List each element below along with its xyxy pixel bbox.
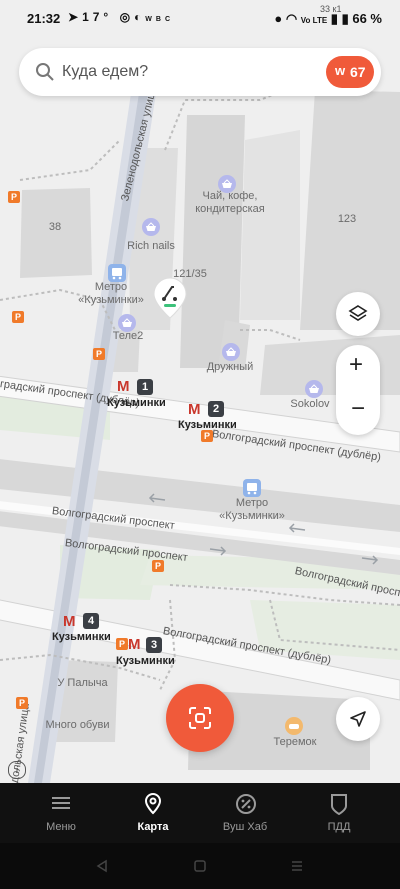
mnogo-obuvi-label: Много обуви xyxy=(45,719,110,731)
my-location-button[interactable] xyxy=(336,697,380,741)
shopping-basket-icon xyxy=(118,314,136,332)
tab-pdd[interactable]: ПДД xyxy=(289,783,389,843)
battery-level: 66 % xyxy=(352,11,382,26)
circle-icon: ◐ xyxy=(134,10,146,24)
points-count: 67 xyxy=(350,64,366,80)
poi-nails-label: Rich nails xyxy=(127,240,175,252)
system-nav-bar xyxy=(0,843,400,889)
metro-stop-label-2: Метро «Кузьминки» xyxy=(219,497,285,522)
metro-entrance-badge: 3 xyxy=(146,637,162,653)
status-right: ● ◠ Vo LTE ▮ ▮ 66 % xyxy=(274,11,382,27)
tab-label: ПДД xyxy=(327,821,351,833)
metro-logo-icon: M xyxy=(117,378,130,395)
network-label: Vo LTE xyxy=(300,16,328,25)
metro-entrance-badge: 4 xyxy=(83,613,99,629)
metro-logo-icon: M xyxy=(128,636,141,653)
scan-button[interactable] xyxy=(166,684,234,752)
parking-icon: P xyxy=(8,191,20,203)
back-icon[interactable] xyxy=(95,859,109,873)
poi-cafe-label: Чай, кофе, кондитерская xyxy=(195,190,265,215)
battery-icon: ▮ xyxy=(341,11,349,26)
parking-icon: P xyxy=(201,430,213,442)
menu-icon xyxy=(52,797,70,809)
search-bar[interactable]: Куда едем? w 67 xyxy=(19,48,381,96)
points-symbol: w xyxy=(335,63,346,78)
zoom-in-button[interactable]: + xyxy=(349,351,363,379)
home-icon[interactable] xyxy=(193,859,207,873)
metro-logo-icon: M xyxy=(63,613,76,630)
layers-button[interactable] xyxy=(336,292,380,336)
metro-logo-icon: M xyxy=(188,401,201,418)
carrier-badge: WBC xyxy=(145,16,175,23)
status-time: 21:32 xyxy=(27,11,61,26)
scan-icon xyxy=(189,707,211,729)
bus-stop-icon xyxy=(108,264,126,282)
percent-icon xyxy=(236,794,256,814)
map-pin-icon xyxy=(144,793,162,815)
scooter-pin-icon[interactable] xyxy=(153,278,187,318)
target-icon: ◎ xyxy=(119,10,135,24)
teremok-label: Теремок xyxy=(273,736,317,748)
search-icon xyxy=(36,63,54,81)
telegram-icon: ➤ xyxy=(68,10,83,24)
druzhny-label: Дружный xyxy=(206,361,254,373)
metro-entrance-label: Кузьминки xyxy=(178,419,237,431)
parking-icon: P xyxy=(93,348,105,360)
metro-entrance-label: Кузьминки xyxy=(52,631,111,643)
zoom-control: + − xyxy=(336,345,380,435)
wifi-icon: ◠ xyxy=(285,11,298,26)
parking-icon: P xyxy=(16,697,28,709)
metro-entrance-label: Кузьминки xyxy=(107,397,166,409)
metro-entrance-label: Кузьминки xyxy=(116,655,175,667)
shopping-basket-icon xyxy=(218,175,236,193)
shopping-basket-icon xyxy=(305,380,323,398)
navigation-arrow-icon xyxy=(350,711,366,727)
metro-entrance-badge: 1 xyxy=(137,379,153,395)
bottom-tab-bar: Меню Карта Вуш Хаб ПДД xyxy=(0,783,400,843)
parking-icon: P xyxy=(152,560,164,572)
tab-label: Карта xyxy=(137,821,169,833)
food-icon xyxy=(285,717,303,735)
tab-menu[interactable]: Меню xyxy=(11,783,111,843)
shopping-basket-icon xyxy=(222,343,240,361)
sokolov-label: Sokolov xyxy=(290,398,330,410)
status-notification-icons: ➤17° ◎◐WBC xyxy=(68,10,174,24)
signal-icon: ▮ xyxy=(330,11,338,26)
shield-icon xyxy=(331,794,347,815)
metro-entrance-badge: 2 xyxy=(208,401,224,417)
parking-icon: P xyxy=(12,311,24,323)
tab-map[interactable]: Карта xyxy=(103,783,203,843)
tab-label: Вуш Хаб xyxy=(222,821,268,833)
metro-stop-label: Метро «Кузьминки» xyxy=(78,281,144,306)
bus-stop-icon xyxy=(243,479,261,497)
building-123-label: 123 xyxy=(337,213,357,225)
layers-icon xyxy=(348,305,368,321)
info-icon[interactable]: i xyxy=(8,761,26,779)
shopping-basket-icon xyxy=(142,218,160,236)
building-38-label: 38 xyxy=(48,221,62,233)
zoom-out-button[interactable]: − xyxy=(351,395,365,423)
u-palycha-label: У Палыча xyxy=(57,677,108,689)
points-badge[interactable]: w 67 xyxy=(326,56,374,88)
parking-icon: P xyxy=(116,638,128,650)
search-input[interactable]: Куда едем? xyxy=(62,63,148,81)
tab-hub[interactable]: Вуш Хаб xyxy=(195,783,295,843)
status-bar: 21:32 ➤17° ◎◐WBC 33 к1 ● ◠ Vo LTE ▮ ▮ 66… xyxy=(0,0,400,36)
recents-icon[interactable] xyxy=(290,859,304,873)
location-icon: ● xyxy=(274,11,283,26)
tab-label: Меню xyxy=(46,821,76,833)
status-temp: 17° xyxy=(82,10,113,24)
